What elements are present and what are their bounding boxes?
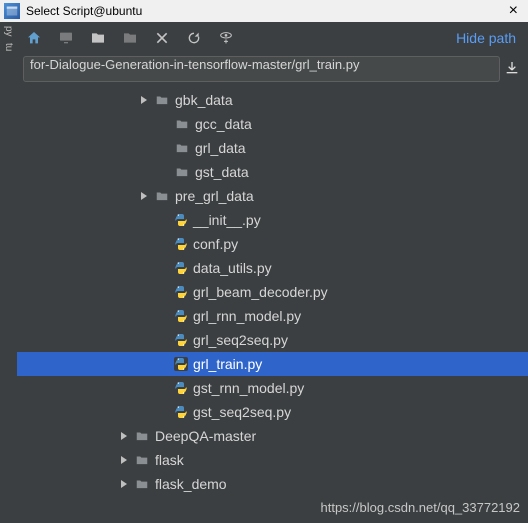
left-tab-labels: py tu	[0, 22, 17, 106]
tree-row[interactable]: grl_rnn_model.py	[17, 304, 528, 328]
tree-item-label: gst_rnn_model.py	[193, 380, 304, 396]
open-in-icon[interactable]	[504, 60, 522, 78]
tree-item-label: grl_rnn_model.py	[193, 308, 301, 324]
folder-icon	[173, 165, 191, 179]
show-hidden-icon[interactable]	[217, 29, 235, 47]
tree-row[interactable]: gbk_data	[17, 88, 528, 112]
expand-arrow-icon[interactable]	[137, 95, 151, 105]
tree-item-label: gst_data	[195, 164, 249, 180]
expand-arrow-icon[interactable]	[117, 479, 131, 489]
tree-item-label: grl_train.py	[193, 356, 262, 372]
tree-item-label: data_utils.py	[193, 260, 272, 276]
close-icon[interactable]	[153, 29, 171, 47]
path-row: for-Dialogue-Generation-in-tensorflow-ma…	[17, 54, 528, 88]
folder-icon	[133, 429, 151, 443]
path-text: for-Dialogue-Generation-in-tensorflow-ma…	[30, 57, 359, 72]
window-titlebar: Select Script@ubuntu ×	[0, 0, 528, 23]
tree-row[interactable]: pre_grl_data	[17, 184, 528, 208]
tree-row[interactable]: grl_seq2seq.py	[17, 328, 528, 352]
tree-row[interactable]: DeepQA-master	[17, 424, 528, 448]
python-file-icon	[173, 356, 189, 372]
home-icon[interactable]	[25, 29, 43, 47]
refresh-icon[interactable]	[185, 29, 203, 47]
tree-item-label: __init__.py	[193, 212, 261, 228]
module-icon[interactable]	[121, 29, 139, 47]
tree-row[interactable]: conf.py	[17, 232, 528, 256]
tree-row[interactable]: gst_rnn_model.py	[17, 376, 528, 400]
expand-arrow-icon[interactable]	[137, 191, 151, 201]
tree-row[interactable]: data_utils.py	[17, 256, 528, 280]
tree-item-label: flask_demo	[155, 476, 227, 492]
tree-row[interactable]: gst_seq2seq.py	[17, 400, 528, 424]
tree-item-label: DeepQA-master	[155, 428, 256, 444]
folder-icon	[153, 93, 171, 107]
desktop-icon[interactable]	[57, 29, 75, 47]
tree-row[interactable]: __init__.py	[17, 208, 528, 232]
folder-icon	[133, 477, 151, 491]
tree-row[interactable]: flask_demo	[17, 472, 528, 496]
tree-row[interactable]: grl_train.py	[17, 352, 528, 376]
tree-item-label: flask	[155, 452, 184, 468]
tree-row[interactable]: gcc_data	[17, 112, 528, 136]
tree-item-label: grl_beam_decoder.py	[193, 284, 328, 300]
python-file-icon	[173, 332, 189, 348]
folder-icon	[153, 189, 171, 203]
lefttab-2: tu	[3, 43, 14, 51]
folder-icon	[133, 453, 151, 467]
tree-row[interactable]: grl_data	[17, 136, 528, 160]
tree-row[interactable]: gst_data	[17, 160, 528, 184]
python-file-icon	[173, 380, 189, 396]
python-file-icon	[173, 308, 189, 324]
tree-item-label: conf.py	[193, 236, 238, 252]
python-file-icon	[173, 260, 189, 276]
tree-item-label: gcc_data	[195, 116, 252, 132]
tree-item-label: gbk_data	[175, 92, 233, 108]
expand-arrow-icon[interactable]	[117, 431, 131, 441]
main-panel: Hide path for-Dialogue-Generation-in-ten…	[17, 22, 528, 523]
python-file-icon	[173, 404, 189, 420]
expand-arrow-icon[interactable]	[117, 455, 131, 465]
tree-item-label: gst_seq2seq.py	[193, 404, 291, 420]
python-file-icon	[173, 284, 189, 300]
folder-icon	[173, 141, 191, 155]
file-tree[interactable]: gbk_data gcc_data grl_data gst_data pre_grl_…	[17, 88, 528, 523]
window-title: Select Script@ubuntu	[26, 4, 503, 18]
toolbar: Hide path	[17, 22, 528, 54]
tree-row[interactable]: flask	[17, 448, 528, 472]
lefttab-1: py	[3, 26, 14, 37]
hide-path-link[interactable]: Hide path	[456, 30, 520, 46]
app-icon	[4, 3, 20, 19]
window-close-button[interactable]: ×	[503, 2, 524, 20]
tree-item-label: grl_data	[195, 140, 246, 156]
project-icon[interactable]	[89, 29, 107, 47]
tree-item-label: grl_seq2seq.py	[193, 332, 288, 348]
watermark: https://blog.csdn.net/qq_33772192	[321, 500, 521, 515]
tree-item-label: pre_grl_data	[175, 188, 254, 204]
folder-icon	[173, 117, 191, 131]
python-file-icon	[173, 212, 189, 228]
python-file-icon	[173, 236, 189, 252]
path-input[interactable]: for-Dialogue-Generation-in-tensorflow-ma…	[23, 56, 500, 82]
tree-row[interactable]: grl_beam_decoder.py	[17, 280, 528, 304]
